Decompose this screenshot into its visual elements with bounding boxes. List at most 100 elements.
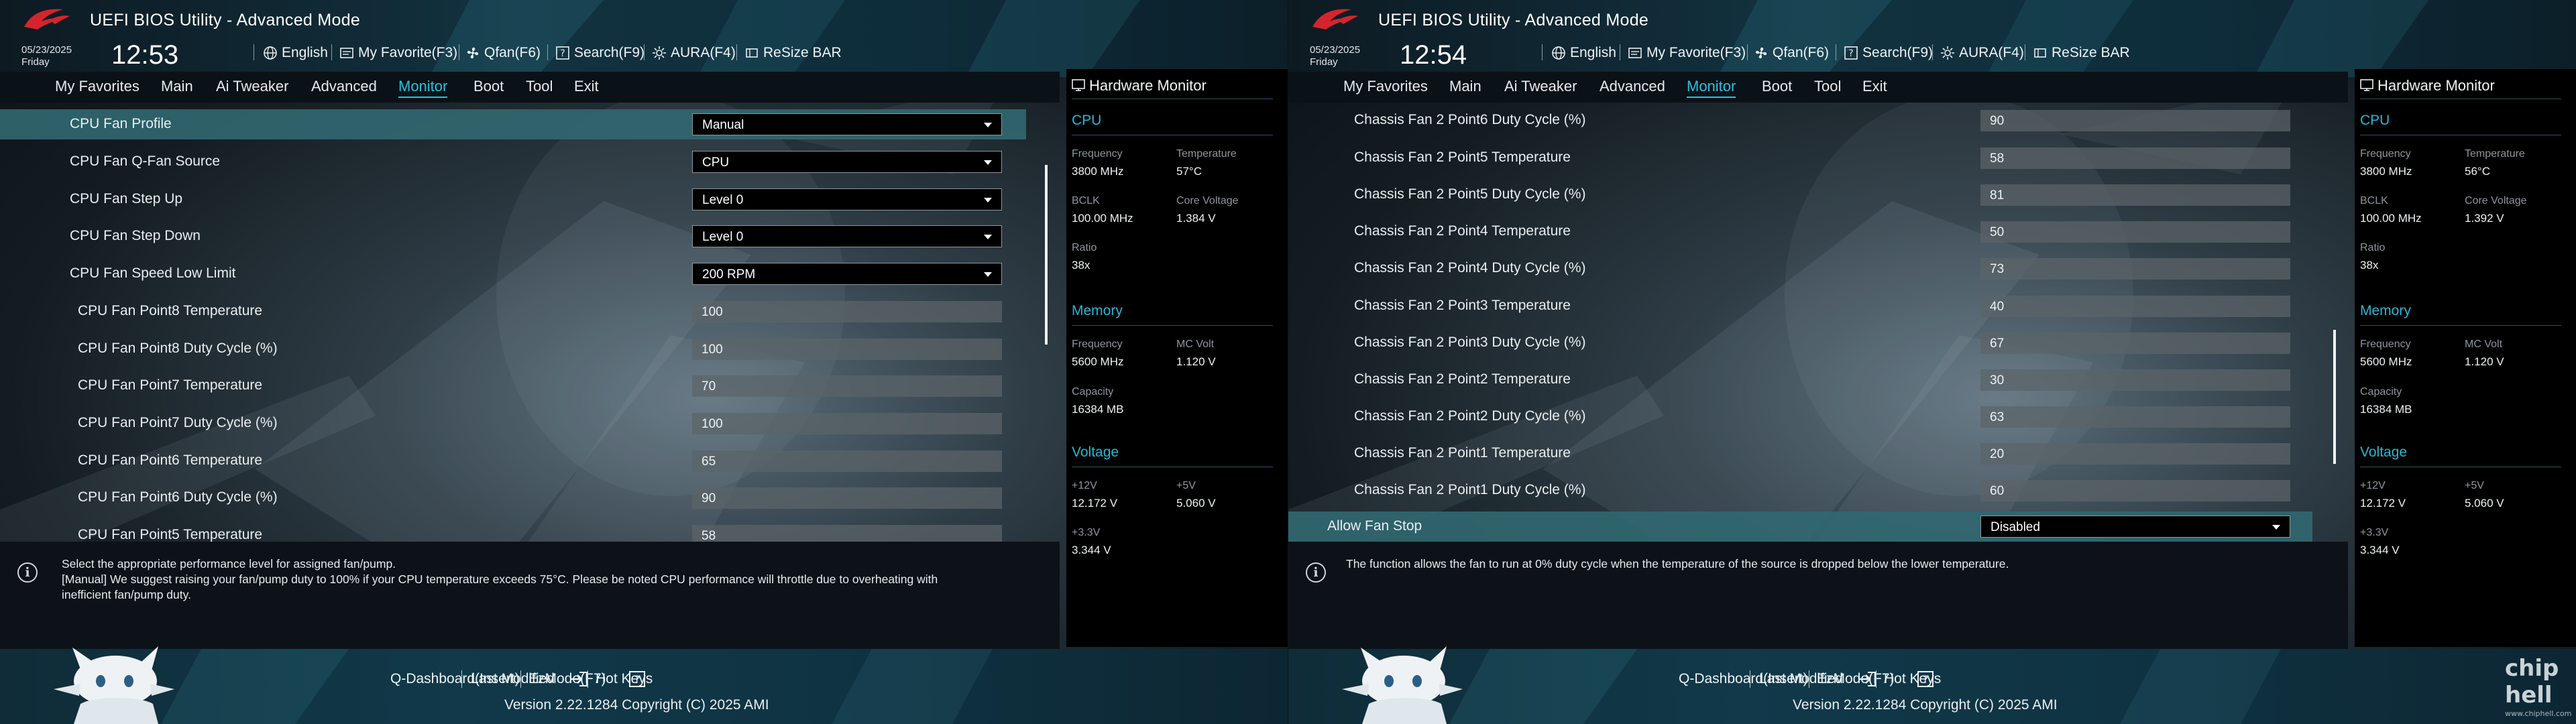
setting-value-input[interactable]: 20 <box>1980 443 2290 465</box>
search-label: Search(F9) <box>1862 45 1934 60</box>
setting-value-input[interactable]: 58 <box>1980 147 2290 169</box>
menu-monitor[interactable]: Monitor <box>398 78 448 98</box>
resize-bar-button[interactable]: ReSize BAR <box>744 43 842 63</box>
setting-row[interactable]: CPU Fan Point8 Duty Cycle (%) 100 <box>0 334 1026 364</box>
setting-row[interactable]: CPU Fan Point7 Duty Cycle (%) 100 <box>0 408 1026 438</box>
menu-ai-tweaker[interactable]: Ai Tweaker <box>216 78 288 95</box>
date-label: 05/23/2025 <box>21 44 72 56</box>
setting-row[interactable]: Chassis Fan 2 Point1 Duty Cycle (%) 60 <box>1288 475 2314 505</box>
setting-row[interactable]: Chassis Fan 2 Point2 Duty Cycle (%) 63 <box>1288 402 2314 432</box>
setting-row[interactable]: CPU Fan Point6 Duty Cycle (%) 90 <box>0 483 1026 513</box>
setting-row[interactable]: CPU Fan Q-Fan Source CPU <box>0 147 1026 177</box>
setting-value-input[interactable]: 100 <box>692 413 1002 434</box>
setting-row[interactable]: Chassis Fan 2 Point1 Temperature 20 <box>1288 438 2314 469</box>
hw-value: 12.172 V <box>1072 497 1118 509</box>
setting-row[interactable]: CPU Fan Point5 Temperature 58 <box>0 520 1026 542</box>
setting-value-input[interactable]: 60 <box>1980 480 2290 501</box>
hw-section-memory: Memory <box>2360 303 2411 318</box>
menu-ai-tweaker[interactable]: Ai Tweaker <box>1504 78 1577 95</box>
aura-button[interactable]: AURA(F4) <box>652 43 736 63</box>
setting-label: Chassis Fan 2 Point3 Duty Cycle (%) <box>1354 335 1586 350</box>
setting-value-input[interactable]: 70 <box>692 375 1002 397</box>
menu-monitor[interactable]: Monitor <box>1687 78 1736 98</box>
setting-row-selected[interactable]: Allow Fan Stop Disabled <box>1288 511 2312 542</box>
clock[interactable]: 12:54 <box>1400 40 1467 70</box>
setting-row[interactable]: Chassis Fan 2 Point3 Duty Cycle (%) 67 <box>1288 328 2314 358</box>
clock[interactable]: 12:53 <box>111 40 178 70</box>
setting-row[interactable]: Chassis Fan 2 Point6 Duty Cycle (%) 90 <box>1288 105 2314 135</box>
setting-dropdown[interactable]: Disabled <box>1980 516 2290 538</box>
setting-row[interactable]: CPU Fan Point6 Temperature 65 <box>0 446 1026 476</box>
setting-row[interactable]: Chassis Fan 2 Point2 Temperature 30 <box>1288 365 2314 395</box>
setting-row[interactable]: CPU Fan Point7 Temperature 70 <box>0 371 1026 401</box>
setting-value-input[interactable]: 58 <box>692 525 1002 542</box>
resize-bar-button[interactable]: ReSize BAR <box>2033 43 2130 63</box>
setting-dropdown[interactable]: Level 0 <box>692 188 1002 210</box>
qfan-button[interactable]: Qfan(F6) <box>465 43 541 63</box>
help-question-icon: ? <box>629 671 645 687</box>
setting-value-input[interactable]: 90 <box>692 487 1002 509</box>
setting-dropdown[interactable]: CPU <box>692 151 1002 173</box>
setting-row[interactable]: Chassis Fan 2 Point5 Temperature 58 <box>1288 143 2314 173</box>
menu-exit[interactable]: Exit <box>1862 78 1887 95</box>
setting-value-input[interactable]: 100 <box>692 339 1002 360</box>
language-label: English <box>282 45 328 60</box>
setting-row[interactable]: Chassis Fan 2 Point3 Temperature 40 <box>1288 291 2314 321</box>
search-button[interactable]: ? Search(F9) <box>1844 43 1933 63</box>
setting-row-selected[interactable]: CPU Fan Profile Manual <box>0 109 1026 139</box>
search-button[interactable]: ? Search(F9) <box>555 43 645 63</box>
footer-divider <box>461 670 462 688</box>
my-favorite-button[interactable]: My Favorite(F3) <box>1628 43 1746 63</box>
hw-label: Core Voltage <box>2465 195 2527 206</box>
ezmode-button[interactable]: EzMode(F7) <box>528 671 606 687</box>
scrollbar[interactable] <box>2333 330 2336 464</box>
my-favorite-button[interactable]: My Favorite(F3) <box>339 43 457 63</box>
ezmode-button[interactable]: EzMode(F7) <box>1817 671 1895 687</box>
hw-label: Ratio <box>1072 242 1097 253</box>
setting-label: CPU Fan Step Up <box>70 191 183 206</box>
setting-row[interactable]: CPU Fan Step Down Level 0 <box>0 221 1026 251</box>
language-button[interactable]: English <box>263 43 328 63</box>
dropdown-arrow-icon <box>2272 525 2280 530</box>
menu-tool[interactable]: Tool <box>526 78 553 95</box>
setting-value-input[interactable]: 90 <box>1980 110 2290 131</box>
setting-row[interactable]: Chassis Fan 2 Point4 Duty Cycle (%) 73 <box>1288 253 2314 284</box>
menu-advanced[interactable]: Advanced <box>311 78 377 95</box>
setting-dropdown[interactable]: 200 RPM <box>692 263 1002 285</box>
setting-dropdown[interactable]: Level 0 <box>692 225 1002 247</box>
qfan-button[interactable]: Qfan(F6) <box>1754 43 1829 63</box>
info-icon: i <box>1306 562 1326 583</box>
setting-row[interactable]: CPU Fan Point8 Temperature 100 <box>0 296 1026 326</box>
setting-value-input[interactable]: 100 <box>692 301 1002 322</box>
menu-advanced[interactable]: Advanced <box>1600 78 1665 95</box>
setting-value-input[interactable]: 30 <box>1980 369 2290 391</box>
menu-tool[interactable]: Tool <box>1814 78 1841 95</box>
menu-boot[interactable]: Boot <box>1762 78 1792 95</box>
setting-row[interactable]: Chassis Fan 2 Point5 Duty Cycle (%) 81 <box>1288 180 2314 210</box>
aura-button[interactable]: AURA(F4) <box>1940 43 2024 63</box>
menu-my-favorites[interactable]: My Favorites <box>55 78 139 95</box>
menu-main[interactable]: Main <box>1449 78 1481 95</box>
setting-row[interactable]: CPU Fan Step Up Level 0 <box>0 184 1026 215</box>
menu-boot[interactable]: Boot <box>473 78 504 95</box>
setting-value-input[interactable]: 63 <box>1980 406 2290 428</box>
menu-my-favorites[interactable]: My Favorites <box>1343 78 1428 95</box>
setting-dropdown[interactable]: Manual <box>692 113 1002 135</box>
favorite-icon <box>1628 48 1642 58</box>
scrollbar[interactable] <box>1045 165 1048 345</box>
setting-value-input[interactable]: 81 <box>1980 184 2290 206</box>
setting-value-input[interactable]: 67 <box>1980 333 2290 354</box>
menu-exit[interactable]: Exit <box>574 78 599 95</box>
setting-value-input[interactable]: 40 <box>1980 296 2290 317</box>
setting-row[interactable]: CPU Fan Speed Low Limit 200 RPM <box>0 259 1026 289</box>
language-button[interactable]: English <box>1551 43 1616 63</box>
setting-value-input[interactable]: 65 <box>692 450 1002 472</box>
setting-value-input[interactable]: 73 <box>1980 258 2290 280</box>
footer-divider <box>520 670 521 688</box>
menu-main[interactable]: Main <box>161 78 193 95</box>
setting-row[interactable]: Chassis Fan 2 Point4 Temperature 50 <box>1288 217 2314 247</box>
setting-value-input[interactable]: 50 <box>1980 221 2290 243</box>
help-line: The function allows the fan to run at 0%… <box>1346 557 2009 570</box>
setting-label: Chassis Fan 2 Point6 Duty Cycle (%) <box>1354 112 1586 127</box>
footer-bar: Q-Dashboard(Insert) Last Modified EzMode… <box>0 646 1288 724</box>
